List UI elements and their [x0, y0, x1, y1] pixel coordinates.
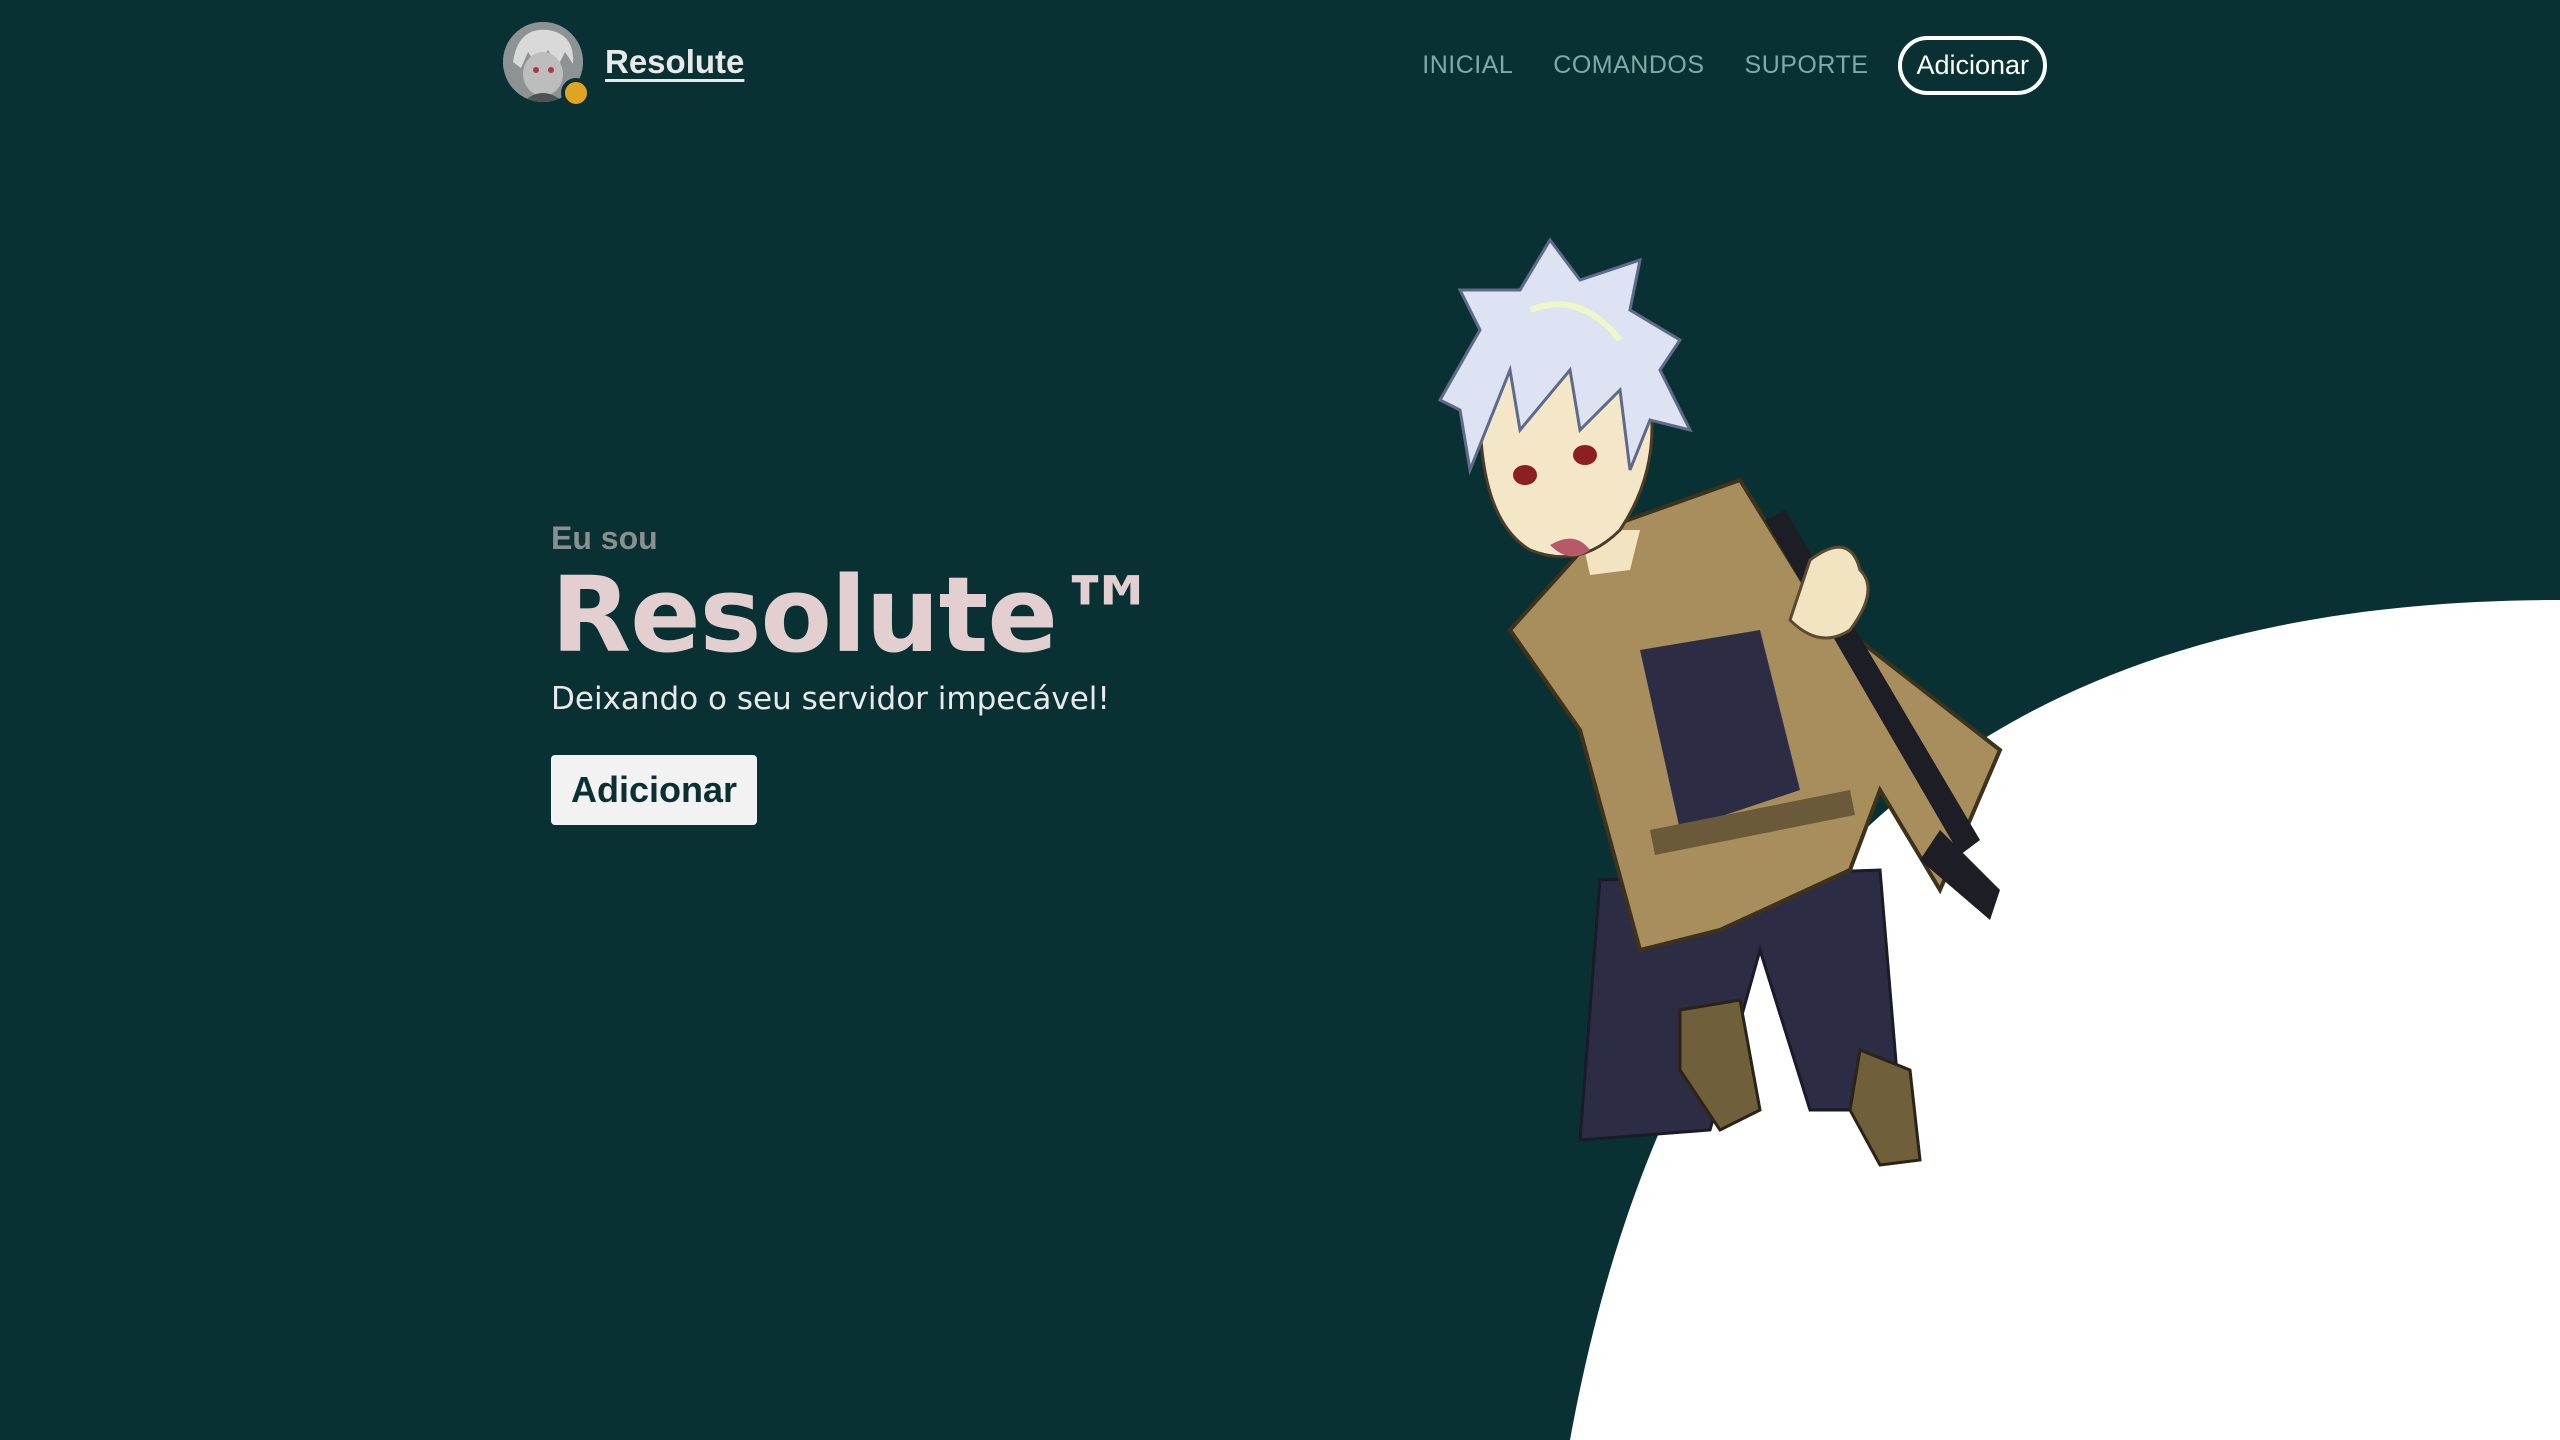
hero-title: Resolute™	[551, 554, 1161, 676]
hero-subtitle: Deixando o seu servidor impecável!	[551, 681, 1110, 717]
navbar: Resolute INICIAL COMANDOS SUPORTE Adicio…	[0, 0, 2560, 130]
main-nav: INICIAL COMANDOS SUPORTE Adicionar	[1382, 36, 2047, 95]
character-illustration	[1437, 237, 2003, 1167]
nav-comandos[interactable]: COMANDOS	[1553, 51, 1704, 80]
brand-link[interactable]: Resolute	[503, 22, 744, 108]
nav-add-button[interactable]: Adicionar	[1898, 36, 2047, 95]
page: Resolute INICIAL COMANDOS SUPORTE Adicio…	[0, 0, 2560, 1440]
background-curve	[1570, 600, 2560, 1440]
hero-eyebrow: Eu sou	[551, 520, 658, 556]
brand-name[interactable]: Resolute	[605, 43, 744, 81]
nav-suporte[interactable]: SUPORTE	[1745, 51, 1869, 80]
hero: Eu sou Resolute™ Deixando o seu servidor…	[551, 520, 1161, 825]
hero-add-button[interactable]: Adicionar	[551, 755, 758, 825]
avatar	[503, 22, 591, 108]
status-dot	[561, 78, 591, 108]
nav-inicial[interactable]: INICIAL	[1422, 51, 1513, 80]
